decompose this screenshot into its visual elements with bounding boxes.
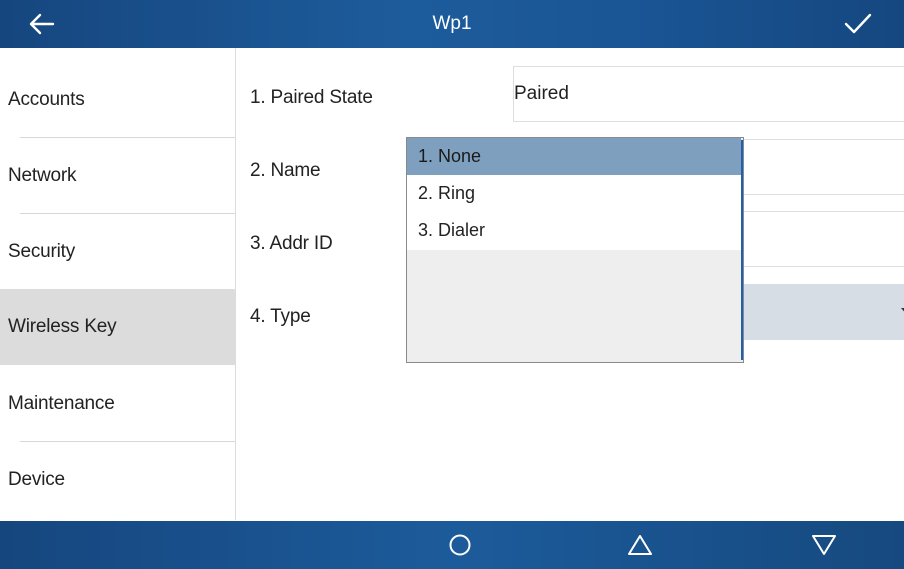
back-button[interactable] (24, 6, 60, 42)
sidebar-item-label: Accounts (8, 89, 85, 110)
dropdown-option-ring[interactable]: 2. Ring (407, 175, 741, 212)
type-label: 4. Type (250, 306, 311, 327)
sidebar-item-label: Network (8, 165, 77, 186)
triangle-down-icon (812, 535, 836, 555)
sidebar-item-label: Wireless Key (8, 316, 117, 337)
option-label: 1. None (418, 146, 482, 166)
paired-state-value: Paired (514, 83, 569, 104)
page-title: Wp1 (432, 13, 472, 34)
type-dropdown-list[interactable]: 1. None 2. Ring 3. Dialer (406, 137, 744, 363)
confirm-button[interactable] (840, 6, 876, 42)
scroll-down-button[interactable] (804, 527, 844, 563)
sidebar: Accounts Network Security Wireless Key M… (0, 48, 236, 520)
sidebar-item-label: Security (8, 241, 76, 262)
addr-id-label: 3. Addr ID (250, 233, 333, 254)
dropdown-options: 1. None 2. Ring 3. Dialer (407, 138, 741, 250)
circle-icon (449, 534, 471, 556)
dropdown-option-none[interactable]: 1. None (407, 138, 741, 175)
scroll-up-button[interactable] (620, 527, 660, 563)
paired-state-label: 1. Paired State (250, 87, 373, 108)
sidebar-item-device[interactable]: Device (0, 442, 235, 518)
dropdown-scrollbar[interactable] (741, 140, 743, 360)
check-icon (844, 13, 872, 34)
dropdown-option-dialer[interactable]: 3. Dialer (407, 212, 741, 249)
option-label: 2. Ring (418, 183, 476, 203)
paired-state-field: Paired (513, 66, 904, 122)
sidebar-item-security[interactable]: Security (0, 214, 235, 290)
ok-button[interactable] (440, 527, 480, 563)
bottom-nav-bar (0, 521, 904, 569)
sidebar-item-maintenance[interactable]: Maintenance (0, 366, 235, 442)
sidebar-item-label: Maintenance (8, 393, 115, 414)
arrow-left-icon (29, 13, 55, 35)
option-label: 3. Dialer (418, 220, 486, 240)
sidebar-item-label: Device (8, 469, 65, 490)
name-label: 2. Name (250, 160, 321, 181)
triangle-up-icon (628, 535, 652, 555)
sidebar-item-network[interactable]: Network (0, 138, 235, 214)
sidebar-item-accounts[interactable]: Accounts (0, 62, 235, 138)
sidebar-item-wireless-key[interactable]: Wireless Key (0, 289, 235, 365)
header-bar: Wp1 (0, 0, 904, 48)
